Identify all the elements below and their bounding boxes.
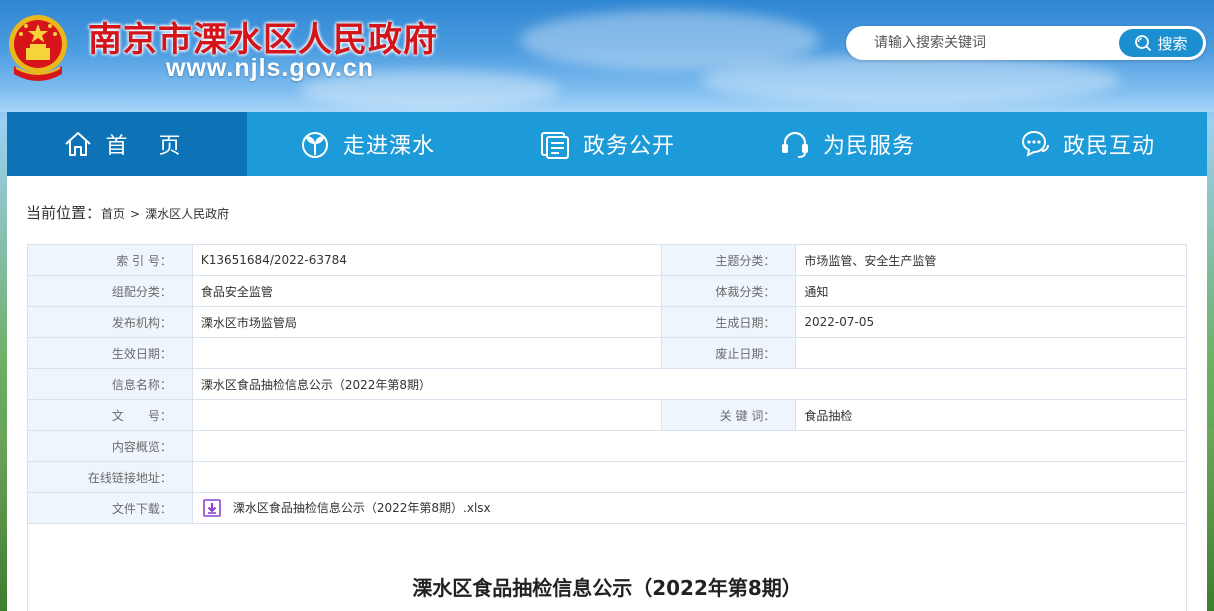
table-row: 文 号： 关 键 词： 食品抽检 (27, 399, 1187, 431)
summary-value (191, 430, 1188, 462)
publisher-label: 发布机构： (27, 306, 193, 338)
index-no-label: 索 引 号： (27, 244, 193, 276)
breadcrumb-home-link[interactable]: 首页 (101, 205, 125, 222)
online-link-label: 在线链接地址： (27, 461, 193, 493)
article-title: 溧水区食品抽检信息公示（2022年第8期） (412, 576, 802, 600)
doc-no-value (191, 399, 663, 431)
table-row: 组配分类： 食品安全监管 体裁分类： 通知 (27, 275, 1187, 307)
main-nav: 首 页 走进溧水 政务公开 为民服务 政民互动 (7, 112, 1207, 176)
nav-item-public-service[interactable]: 为民服务 (727, 112, 967, 176)
table-row: 信息名称： 溧水区食品抽检信息公示（2022年第8期） (27, 368, 1188, 400)
download-cell: 溧水区食品抽检信息公示（2022年第8期）.xlsx (191, 492, 1188, 524)
search-button-label: 搜索 (1157, 34, 1188, 53)
table-row: 索 引 号： K13651684/2022-63784 主题分类： 市场监管、安… (27, 244, 1187, 276)
breadcrumb-gov-link[interactable]: 溧水区人民政府 (145, 205, 229, 222)
keywords-label: 关 键 词： (661, 399, 797, 431)
metadata-table: 索 引 号： K13651684/2022-63784 主题分类： 市场监管、安… (27, 244, 1188, 524)
summary-label: 内容概览： (27, 430, 193, 462)
topic-value: 市场监管、安全生产监管 (795, 244, 1187, 276)
chat-icon (1021, 130, 1049, 157)
search-icon (1135, 35, 1152, 52)
info-name-label: 信息名称： (27, 368, 193, 400)
nav-item-about-lishui[interactable]: 走进溧水 (247, 112, 487, 176)
table-row: 内容概览： (27, 430, 1188, 462)
date-value: 2022-07-05 (795, 306, 1187, 338)
category-value: 食品安全监管 (191, 275, 663, 307)
search-button[interactable]: 搜索 (1119, 29, 1203, 57)
publisher-value: 溧水区市场监管局 (191, 306, 663, 338)
nav-item-label: 为民服务 (822, 134, 915, 159)
headset-icon (781, 131, 808, 158)
breadcrumb-separator: > (130, 207, 141, 221)
background-scenery-right (1207, 430, 1214, 611)
repeal-date-label: 废止日期： (661, 337, 797, 369)
table-row: 文件下载： 溧水区食品抽检信息公示（2022年第8期）.xlsx (27, 492, 1188, 524)
effective-date-label: 生效日期： (27, 337, 193, 369)
genre-label: 体裁分类： (661, 275, 797, 307)
download-file-link[interactable]: 溧水区食品抽检信息公示（2022年第8期）.xlsx (233, 501, 491, 515)
download-icon[interactable] (203, 499, 221, 518)
national-emblem-icon[interactable] (6, 12, 70, 84)
table-row: 发布机构： 溧水区市场监管局 生成日期： 2022-07-05 (27, 306, 1187, 338)
nav-item-label: 首 页 (105, 134, 193, 159)
download-label: 文件下载： (27, 492, 193, 524)
content-panel: 当前位置： 首页 > 溧水区人民政府 索 引 号： K13651684/2022… (7, 176, 1207, 611)
table-row: 在线链接地址： (27, 461, 1188, 493)
keywords-value: 食品抽检 (795, 399, 1187, 431)
search-input[interactable] (874, 26, 1114, 60)
table-row: 生效日期： 废止日期： (27, 337, 1187, 369)
info-name-value: 溧水区食品抽检信息公示（2022年第8期） (191, 368, 1188, 400)
genre-value: 通知 (795, 275, 1187, 307)
breadcrumb-prefix: 当前位置： (26, 204, 102, 222)
sprout-icon (301, 132, 328, 158)
effective-date-value (191, 337, 663, 369)
index-no-value: K13651684/2022-63784 (191, 244, 663, 276)
category-label: 组配分类： (27, 275, 193, 307)
document-icon (540, 132, 569, 159)
site-url: www.njls.gov.cn (166, 54, 375, 82)
nav-item-government-affairs[interactable]: 政务公开 (487, 112, 727, 176)
breadcrumb: 当前位置： 首页 > 溧水区人民政府 (26, 202, 229, 223)
online-link-value (191, 461, 1188, 493)
nav-item-interaction[interactable]: 政民互动 (967, 112, 1207, 176)
search-bar: 搜索 (846, 26, 1206, 60)
date-label: 生成日期： (661, 306, 797, 338)
home-icon (64, 132, 91, 156)
doc-no-label: 文 号： (27, 399, 193, 431)
nav-item-label: 走进溧水 (342, 134, 435, 159)
nav-item-home[interactable]: 首 页 (7, 112, 247, 176)
nav-item-label: 政民互动 (1062, 134, 1155, 159)
nav-item-label: 政务公开 (582, 134, 675, 159)
repeal-date-value (795, 337, 1187, 369)
topic-label: 主题分类： (661, 244, 797, 276)
